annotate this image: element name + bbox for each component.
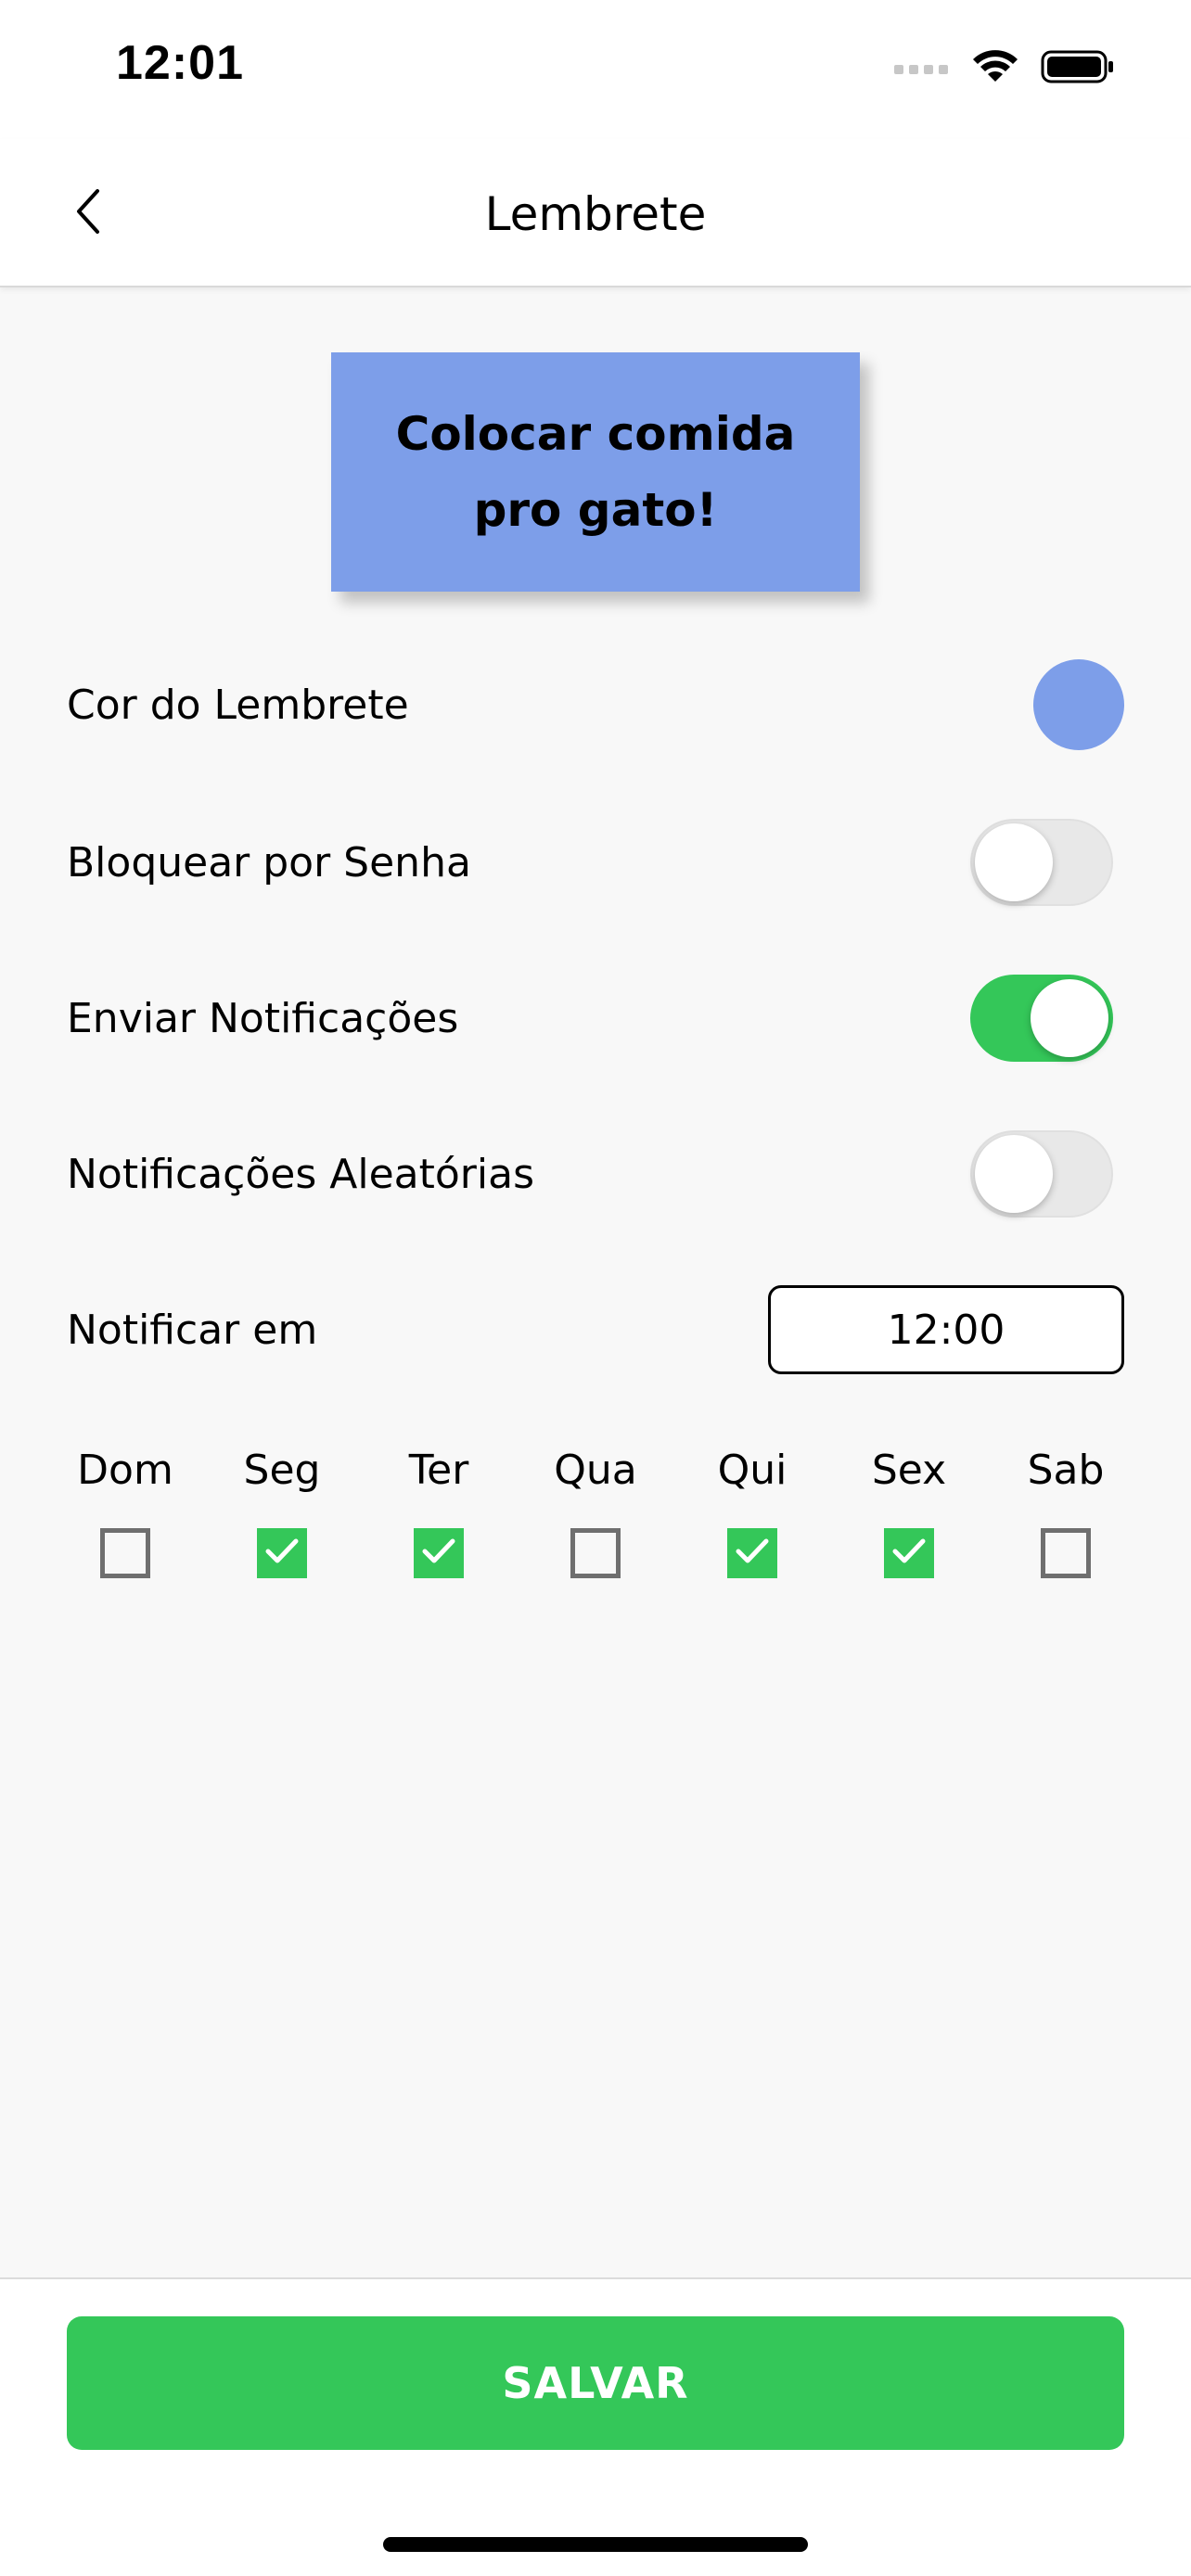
lock-toggle[interactable] — [970, 819, 1113, 906]
time-input[interactable]: 12:00 — [768, 1285, 1124, 1374]
time-row: Notificar em 12:00 — [67, 1283, 1124, 1376]
day-label: Sex — [871, 1447, 947, 1494]
weekday-selector: Dom Seg Ter Qua Qui Sex Sab — [56, 1437, 1135, 1578]
random-row: Notificações Aleatórias — [67, 1128, 1124, 1220]
check-icon — [263, 1537, 301, 1570]
status-bar: 12:01 — [0, 0, 1191, 139]
lock-row: Bloquear por Senha — [67, 816, 1124, 909]
save-button[interactable]: SALVAR — [67, 2316, 1124, 2450]
day-qui: Qui — [683, 1437, 822, 1578]
day-checkbox[interactable] — [1041, 1528, 1091, 1578]
day-label: Qua — [554, 1447, 637, 1494]
random-toggle[interactable] — [970, 1130, 1113, 1218]
nav-bar: Lembrete — [0, 139, 1191, 287]
color-picker-dot[interactable] — [1033, 659, 1124, 750]
day-sab: Sab — [996, 1437, 1135, 1578]
check-icon — [890, 1537, 928, 1570]
notify-toggle[interactable] — [970, 975, 1113, 1062]
day-qua: Qua — [526, 1437, 665, 1578]
bottom-bar: SALVAR — [0, 2277, 1191, 2576]
note-text-line-2: pro gato! — [473, 483, 718, 537]
check-icon — [420, 1537, 457, 1570]
note-preview[interactable]: Colocar comida pro gato! — [331, 352, 860, 592]
day-label: Dom — [77, 1447, 173, 1494]
day-seg: Seg — [212, 1437, 352, 1578]
wifi-icon — [970, 48, 1020, 89]
toggle-knob — [975, 823, 1053, 901]
day-checkbox[interactable] — [884, 1528, 934, 1578]
time-label: Notificar em — [67, 1306, 318, 1354]
day-dom: Dom — [56, 1437, 195, 1578]
check-icon — [734, 1537, 771, 1570]
status-time: 12:01 — [116, 36, 244, 90]
signal-icon — [894, 60, 950, 78]
day-ter: Ter — [369, 1437, 508, 1578]
day-label: Ter — [408, 1447, 469, 1494]
day-checkbox[interactable] — [727, 1528, 777, 1578]
day-checkbox[interactable] — [100, 1528, 150, 1578]
day-sex: Sex — [839, 1437, 979, 1578]
home-indicator — [383, 2537, 808, 2552]
day-label: Qui — [717, 1447, 788, 1494]
day-checkbox[interactable] — [414, 1528, 464, 1578]
page-title: Lembrete — [484, 187, 707, 241]
day-label: Sab — [1027, 1447, 1105, 1494]
notify-label: Enviar Notificações — [67, 994, 459, 1042]
lock-label: Bloquear por Senha — [67, 838, 471, 886]
day-checkbox[interactable] — [570, 1528, 621, 1578]
color-label: Cor do Lembrete — [67, 681, 409, 729]
note-text-line-1: Colocar comida — [395, 407, 796, 461]
notify-row: Enviar Notificações — [67, 972, 1124, 1065]
status-icons — [894, 41, 1115, 96]
battery-icon — [1041, 48, 1115, 89]
color-row: Cor do Lembrete — [67, 658, 1124, 751]
toggle-knob — [975, 1135, 1053, 1213]
day-checkbox[interactable] — [257, 1528, 307, 1578]
day-label: Seg — [243, 1447, 321, 1494]
random-label: Notificações Aleatórias — [67, 1150, 535, 1198]
toggle-knob — [1031, 979, 1108, 1057]
